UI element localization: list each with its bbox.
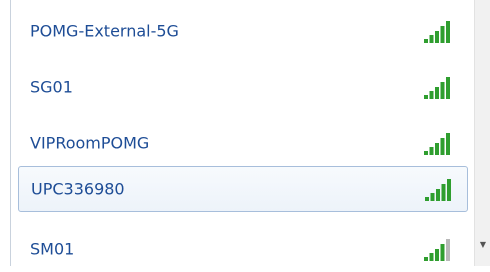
network-item-pomg-external-5g[interactable]: POMG-External-5G bbox=[18, 8, 468, 54]
signal-bar bbox=[435, 143, 439, 155]
signal-strength-icon bbox=[425, 179, 451, 201]
signal-bar bbox=[435, 31, 439, 43]
network-item-viproompomg[interactable]: VIPRoomPOMG bbox=[18, 120, 468, 166]
signal-bar bbox=[430, 193, 435, 201]
network-item-upc336980[interactable]: UPC336980 bbox=[18, 166, 468, 212]
signal-bar bbox=[446, 239, 450, 261]
signal-bar bbox=[435, 249, 439, 261]
signal-bar bbox=[446, 133, 450, 155]
wifi-network-panel: POMG-External-5G SG01 VIPRoomPOMG UPC336… bbox=[0, 0, 490, 266]
network-name: UPC336980 bbox=[31, 179, 125, 199]
signal-bar bbox=[429, 35, 434, 43]
signal-bar bbox=[441, 184, 446, 201]
signal-strength-icon bbox=[424, 21, 450, 43]
signal-bar bbox=[424, 257, 428, 261]
signal-bar bbox=[429, 147, 434, 155]
network-name: SG01 bbox=[30, 77, 73, 97]
signal-bar bbox=[436, 189, 440, 201]
signal-strength-icon bbox=[424, 133, 450, 155]
vertical-scrollbar[interactable]: ▼ bbox=[474, 0, 490, 266]
network-item-sg01[interactable]: SG01 bbox=[18, 64, 468, 110]
signal-bar bbox=[424, 95, 428, 99]
signal-bar bbox=[440, 244, 445, 261]
network-name: POMG-External-5G bbox=[30, 21, 179, 41]
signal-bar bbox=[446, 21, 450, 43]
chevron-down-icon[interactable]: ▼ bbox=[475, 238, 490, 252]
signal-bar bbox=[429, 253, 434, 261]
signal-bar bbox=[429, 91, 434, 99]
network-name: VIPRoomPOMG bbox=[30, 133, 150, 153]
signal-bar bbox=[440, 138, 445, 155]
signal-bar bbox=[440, 82, 445, 99]
signal-bar bbox=[447, 179, 451, 201]
signal-bar bbox=[440, 26, 445, 43]
network-item-sm01[interactable]: SM01 bbox=[18, 226, 468, 272]
signal-strength-icon bbox=[424, 77, 450, 99]
signal-bar bbox=[446, 77, 450, 99]
signal-bar bbox=[424, 151, 428, 155]
panel-border bbox=[10, 0, 11, 266]
signal-bar bbox=[425, 197, 429, 201]
signal-strength-icon bbox=[424, 239, 450, 261]
network-name: SM01 bbox=[30, 239, 75, 259]
signal-bar bbox=[424, 39, 428, 43]
signal-bar bbox=[435, 87, 439, 99]
